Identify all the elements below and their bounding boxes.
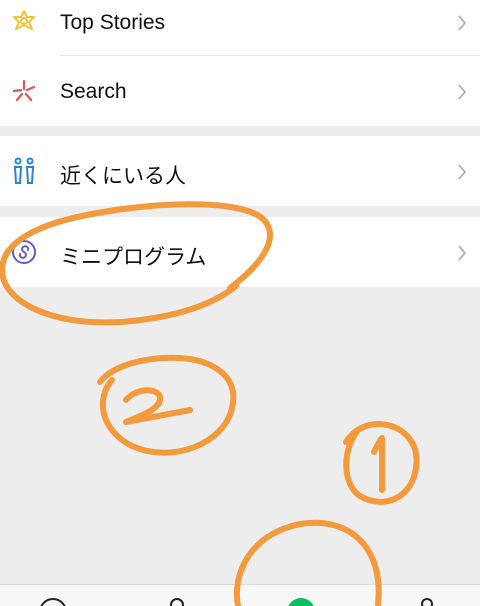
annotation-circle-2 — [97, 354, 237, 456]
chevron-right-icon — [454, 12, 470, 34]
me-icon[interactable] — [410, 595, 444, 606]
annotation-digit-1 — [371, 435, 385, 493]
menu-item-top-stories[interactable]: Top Stories — [0, 0, 480, 56]
chats-icon[interactable] — [36, 595, 70, 606]
menu-item-search[interactable]: Search — [0, 56, 480, 126]
annotation-circle-1 — [343, 421, 420, 505]
menu-item-mini-programs[interactable]: ミニプログラム — [0, 217, 480, 287]
top-stories-icon — [10, 8, 38, 36]
bottom-tab-bar — [0, 584, 480, 606]
people-nearby-icon — [10, 157, 38, 185]
menu-item-people-nearby[interactable]: 近くにいる人 — [0, 136, 480, 206]
chevron-right-icon — [454, 81, 470, 103]
chevron-right-icon — [454, 161, 470, 183]
chevron-right-icon — [454, 242, 470, 264]
menu-item-label: 近くにいる人 — [60, 165, 186, 188]
annotation-digit-2 — [123, 387, 193, 425]
menu-item-label: Search — [60, 80, 127, 103]
contacts-icon[interactable] — [160, 595, 194, 606]
mini-program-icon — [10, 238, 38, 266]
search-icon — [10, 77, 38, 105]
discover-icon[interactable] — [284, 595, 318, 606]
menu-item-label: ミニプログラム — [60, 246, 207, 269]
menu-item-label: Top Stories — [60, 11, 166, 34]
